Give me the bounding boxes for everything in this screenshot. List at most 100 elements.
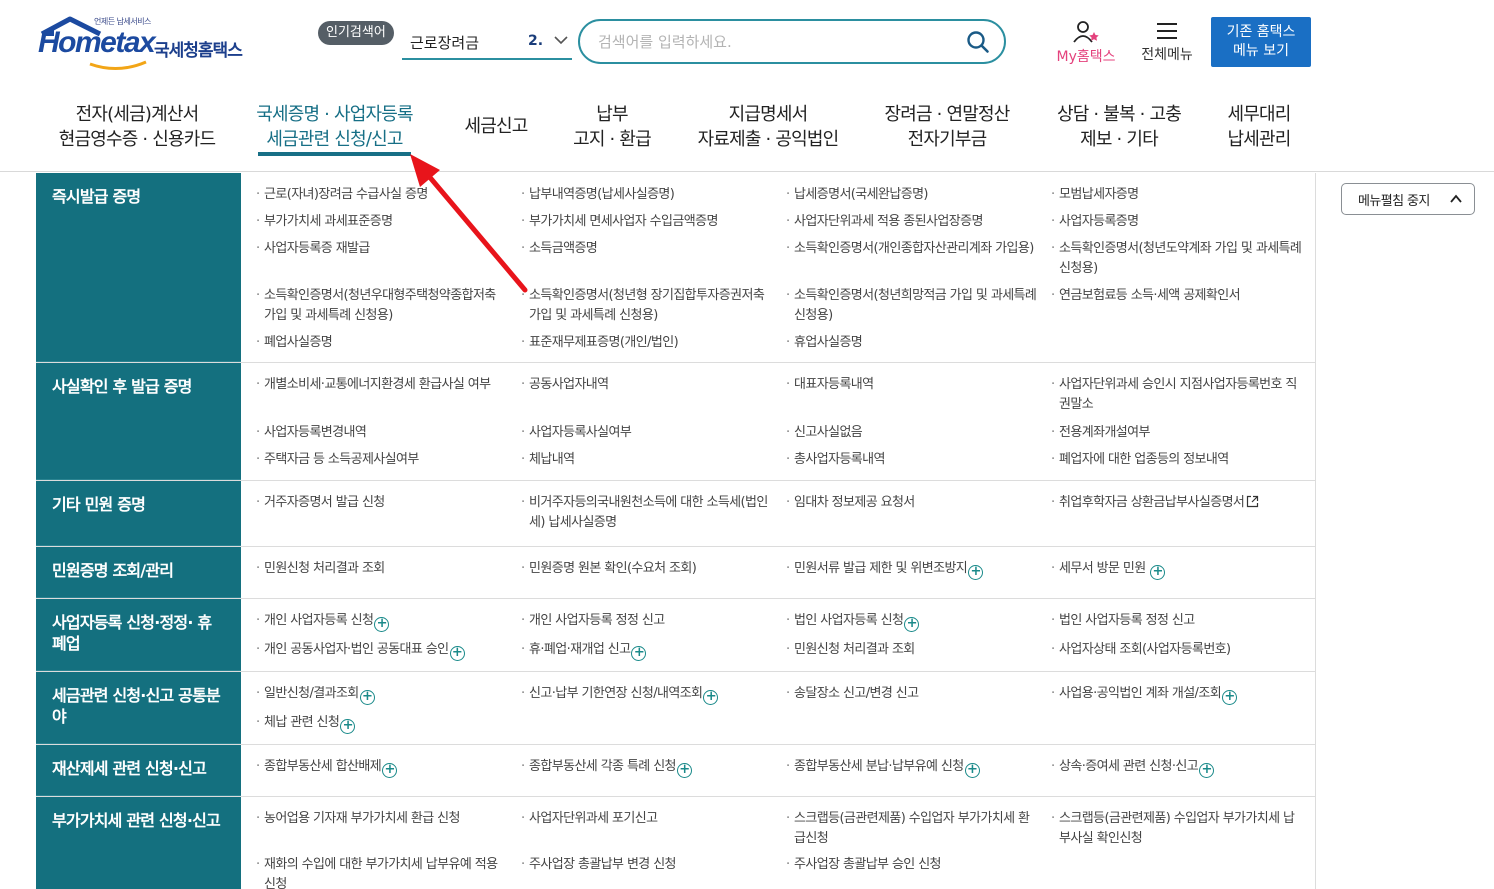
menu-link-expandable[interactable]: 민원서류 발급 제한 및 위변조방지+ <box>785 559 1050 590</box>
menu-link-expandable[interactable]: 종합부동산세 합산배제+ <box>255 757 520 788</box>
menu-link[interactable]: 비거주자등의국내원천소득에 대한 소득세(법인세) 납세사실증명 <box>520 493 785 538</box>
gnb-tab-payment-statement[interactable]: 지급명세서 자료제출 · 공익법인 <box>694 102 842 152</box>
popular-search-dropdown[interactable]: 근로장려금 2. <box>402 24 572 60</box>
menu-link[interactable]: 주사업장 총괄납부 승인 신청 <box>785 855 1050 889</box>
search-icon[interactable] <box>966 30 990 54</box>
menu-link-expandable[interactable]: 종합부동산세 분납·납부유예 신청+ <box>785 757 1050 788</box>
menu-link[interactable]: 공동사업자내역 <box>520 375 785 417</box>
menu-link[interactable]: 부가가치세 면세사업자 수입금액증명 <box>520 212 785 233</box>
menu-link[interactable]: 소득확인증명서(청년우대형주택청약종합저축 가입 및 과세특례 신청용) <box>255 286 520 327</box>
menu-link-expandable[interactable]: 상속·증여세 관련 신청·신고+ <box>1050 757 1315 788</box>
menu-link-expandable[interactable]: 법인 사업자등록 신청+ <box>785 611 1050 634</box>
menu-link-expandable[interactable]: 신고·납부 기한연장 신청/내역조회+ <box>520 684 785 707</box>
plus-circle-icon[interactable]: + <box>904 617 920 632</box>
menu-link[interactable]: 거주자증명서 발급 신청 <box>255 493 520 538</box>
menu-link[interactable]: 전용계좌개설여부 <box>1050 423 1315 445</box>
menu-link[interactable]: 사업자등록사실여부 <box>520 423 785 445</box>
menu-link[interactable]: 민원신청 처리결과 조회 <box>785 640 1050 663</box>
menu-link[interactable]: 사업자등록변경내역 <box>255 423 520 445</box>
menu-link[interactable]: 총사업자등록내역 <box>785 450 1050 472</box>
menu-link[interactable]: 사업자등록증 재발급 <box>255 239 520 280</box>
menu-link[interactable]: 주사업장 총괄납부 변경 신청 <box>520 855 785 889</box>
menu-link[interactable]: 폐업사실증명 <box>255 333 520 354</box>
menu-link-expandable[interactable]: 체납 관련 신청+ <box>255 713 520 736</box>
menu-link[interactable]: 스크랩등(금관련제품) 수입업자 부가가치세 환급신청 <box>785 809 1050 849</box>
menu-link[interactable]: 사업자단위과세 포기신고 <box>520 809 785 849</box>
menu-link[interactable]: 스크랩등(금관련제품) 수입업자 부가가치세 납부사실 확인신청 <box>1050 809 1315 849</box>
plus-circle-icon[interactable]: + <box>359 690 375 705</box>
plus-circle-icon[interactable]: + <box>968 565 984 580</box>
menu-link[interactable]: 송달장소 신고/변경 신고 <box>785 684 1050 707</box>
plus-circle-icon[interactable]: + <box>374 617 390 632</box>
plus-circle-icon[interactable]: + <box>676 763 692 778</box>
stop-menu-expand-button[interactable]: 메뉴펼침 중지 <box>1341 183 1475 215</box>
gnb-tab-consulting[interactable]: 상담 · 불복 · 고충 제보 · 기타 <box>1052 102 1186 152</box>
menu-link[interactable]: 소득확인증명서(청년형 장기집합투자증권저축 가입 및 과세특례 신청용) <box>520 286 785 327</box>
plus-circle-icon[interactable]: + <box>703 690 719 705</box>
old-hometax-menu-button[interactable]: 기존 홈택스 메뉴 보기 <box>1211 17 1311 67</box>
popular-search-term[interactable]: 근로장려금 <box>410 32 479 53</box>
menu-link[interactable]: 사업자등록증명 <box>1050 212 1315 233</box>
menu-link[interactable]: 재화의 수입에 대한 부가가치세 납부유예 적용 신청 <box>255 855 520 889</box>
gnb-tab-line1: 장려금 · 연말정산 <box>884 104 1010 125</box>
search-input[interactable] <box>598 30 958 54</box>
menu-link[interactable]: 개인 사업자등록 정정 신고 <box>520 611 785 634</box>
section-items: 종합부동산세 합산배제+ 종합부동산세 각종 특례 신청+ 종합부동산세 분납·… <box>241 745 1316 796</box>
all-menu-button[interactable]: 전체메뉴 <box>1134 20 1200 66</box>
menu-link[interactable]: 근로(자녀)장려금 수급사실 증명 <box>255 185 520 206</box>
menu-link[interactable]: 사업자단위과세 적용 종된사업장증명 <box>785 212 1050 233</box>
menu-link[interactable]: 대표자등록내역 <box>785 375 1050 417</box>
menu-link[interactable]: 개별소비세·교통에너지환경세 환급사실 여부 <box>255 375 520 417</box>
menu-link-expandable[interactable]: 개인 사업자등록 신청+ <box>255 611 520 634</box>
menu-link[interactable]: 폐업자에 대한 업종등의 정보내역 <box>1050 450 1315 472</box>
menu-link[interactable]: 소득금액증명 <box>520 239 785 280</box>
menu-link-expandable[interactable]: 세무서 방문 민원 + <box>1050 559 1315 590</box>
gnb-tab-payment[interactable]: 납부 고지 · 환급 <box>568 102 656 152</box>
menu-link-expandable[interactable]: 종합부동산세 각종 특례 신청+ <box>520 757 785 788</box>
menu-link-expandable[interactable]: 사업용·공익법인 계좌 개설/조회+ <box>1050 684 1315 707</box>
menu-link-external[interactable]: 취업후학자금 상환금납부사실증명서 <box>1050 493 1315 538</box>
menu-link[interactable]: 표준재무제표증명(개인/법인) <box>520 333 785 354</box>
menu-link[interactable]: 소득확인증명서(청년희망적금 가입 및 과세특례 신청용) <box>785 286 1050 327</box>
gnb-tab-tax-filing[interactable]: 세금신고 <box>460 114 532 139</box>
menu-link[interactable]: 사업자상태 조회(사업자등록번호) <box>1050 640 1315 663</box>
gnb-tab-incentive[interactable]: 장려금 · 연말정산 전자기부금 <box>880 102 1014 152</box>
my-hometax-button[interactable]: My홈택스 <box>1050 20 1122 66</box>
menu-link-expandable[interactable]: 일반신청/결과조회+ <box>255 684 520 707</box>
menu-link-expandable[interactable]: 개인 공동사업자·법인 공동대표 승인+ <box>255 640 520 663</box>
menu-section: 재산제세 관련 신청·신고 종합부동산세 합산배제+ 종합부동산세 각종 특례 … <box>36 745 1316 797</box>
menu-link[interactable]: 민원신청 처리결과 조회 <box>255 559 520 590</box>
gnb-tab-certificate[interactable]: 국세증명 · 사업자등록 세금관련 신청/신고 <box>252 102 417 152</box>
menu-link[interactable]: 신고사실없음 <box>785 423 1050 445</box>
menu-link[interactable]: 납세증명서(국세완납증명) <box>785 185 1050 206</box>
gnb-tab-tax-agent[interactable]: 세무대리 납세관리 <box>1222 102 1296 152</box>
plus-circle-icon[interactable]: + <box>964 763 980 778</box>
chevron-down-icon[interactable] <box>552 30 570 50</box>
plus-circle-icon[interactable]: + <box>340 719 356 734</box>
menu-link[interactable]: 주택자금 등 소득공제사실여부 <box>255 450 520 472</box>
plus-circle-icon[interactable]: + <box>382 763 398 778</box>
menu-link[interactable]: 부가가치세 과세표준증명 <box>255 212 520 233</box>
gnb-tab-line1: 납부 <box>596 104 628 125</box>
user-icon <box>1073 21 1099 43</box>
menu-link[interactable]: 민원증명 원본 확인(수요처 조회) <box>520 559 785 590</box>
menu-link[interactable]: 연금보험료등 소득·세액 공제확인서 <box>1050 286 1315 327</box>
menu-link[interactable]: 모범납세자증명 <box>1050 185 1315 206</box>
menu-link[interactable]: 소득확인증명서(개인종합자산관리계좌 가입용) <box>785 239 1050 280</box>
plus-circle-icon[interactable]: + <box>631 646 647 661</box>
menu-link[interactable]: 소득확인증명서(청년도약계좌 가입 및 과세특례 신청용) <box>1050 239 1315 280</box>
menu-link[interactable]: 법인 사업자등록 정정 신고 <box>1050 611 1315 634</box>
hometax-logo[interactable]: 언제든 납세서비스 Hometax 국세청홈택스 <box>36 16 256 72</box>
menu-link-expandable[interactable]: 휴·폐업·재개업 신고+ <box>520 640 785 663</box>
menu-link[interactable]: 임대차 정보제공 요청서 <box>785 493 1050 538</box>
menu-link[interactable]: 체납내역 <box>520 450 785 472</box>
menu-link[interactable]: 농어업용 기자재 부가가치세 환급 신청 <box>255 809 520 849</box>
menu-link[interactable]: 사업자단위과세 승인시 지점사업자등록번호 직권말소 <box>1050 375 1315 417</box>
menu-link[interactable]: 납부내역증명(납세사실증명) <box>520 185 785 206</box>
plus-circle-icon[interactable]: + <box>1199 763 1215 778</box>
menu-link[interactable]: 휴업사실증명 <box>785 333 1050 354</box>
gnb-tab-e-invoice[interactable]: 전자(세금)계산서 현금영수증 · 신용카드 <box>56 102 218 152</box>
plus-circle-icon[interactable]: + <box>449 646 465 661</box>
plus-circle-icon[interactable]: + <box>1222 690 1238 705</box>
plus-circle-icon[interactable]: + <box>1150 565 1166 580</box>
